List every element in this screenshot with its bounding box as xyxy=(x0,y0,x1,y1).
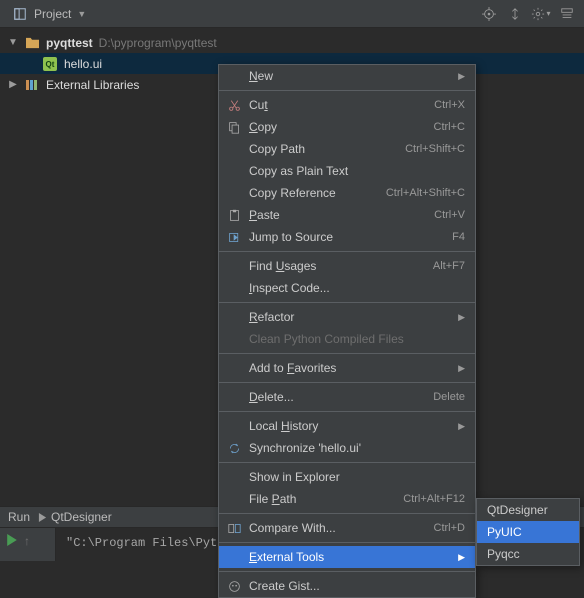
jump-icon xyxy=(225,231,243,244)
tree-root[interactable]: ▼ pyqttest D:\pyprogram\pyqttest xyxy=(0,32,584,53)
separator xyxy=(219,411,475,412)
project-toolbar: Project ▼ ▾ xyxy=(0,0,584,28)
root-name: pyqttest xyxy=(46,36,93,50)
sync-icon xyxy=(225,442,243,455)
submenu-qtdesigner[interactable]: QtDesigner xyxy=(477,499,579,521)
menu-file-path[interactable]: File PathCtrl+Alt+F12 xyxy=(219,488,475,510)
menu-copy[interactable]: CopyCtrl+C xyxy=(219,116,475,138)
menu-jump-source[interactable]: Jump to SourceF4 xyxy=(219,226,475,248)
libs-name: External Libraries xyxy=(46,78,139,92)
separator xyxy=(219,353,475,354)
project-icon xyxy=(12,6,28,22)
separator xyxy=(219,571,475,572)
play-icon xyxy=(38,513,47,522)
chevron-down-icon: ▼ xyxy=(77,9,86,19)
library-icon xyxy=(24,77,40,93)
menu-show-explorer[interactable]: Show in Explorer xyxy=(219,466,475,488)
menu-cut[interactable]: CutCtrl+X xyxy=(219,94,475,116)
collapse-icon[interactable] xyxy=(504,3,526,25)
compare-icon xyxy=(225,522,243,535)
submenu-pyuic[interactable]: PyUIC xyxy=(477,521,579,543)
external-tools-submenu: QtDesigner PyUIC Pyqcc xyxy=(476,498,580,566)
menu-external-tools[interactable]: External Tools▶ xyxy=(219,546,475,568)
folder-icon xyxy=(24,35,40,51)
project-view-label: Project xyxy=(34,7,71,21)
copy-icon xyxy=(225,121,243,134)
menu-synchronize[interactable]: Synchronize 'hello.ui' xyxy=(219,437,475,459)
menu-local-history[interactable]: Local History▶ xyxy=(219,415,475,437)
menu-inspect-code[interactable]: Inspect Code... xyxy=(219,277,475,299)
submenu-pyqcc[interactable]: Pyqcc xyxy=(477,543,579,565)
separator xyxy=(219,542,475,543)
root-path: D:\pyprogram\pyqttest xyxy=(99,36,217,50)
menu-copy-reference[interactable]: Copy ReferenceCtrl+Alt+Shift+C xyxy=(219,182,475,204)
project-view-selector[interactable]: Project ▼ xyxy=(6,4,92,24)
locate-icon[interactable] xyxy=(478,3,500,25)
separator xyxy=(219,513,475,514)
menu-delete[interactable]: Delete...Delete xyxy=(219,386,475,408)
chevron-down-icon: ▼ xyxy=(8,37,18,48)
menu-copy-path[interactable]: Copy PathCtrl+Shift+C xyxy=(219,138,475,160)
separator xyxy=(219,251,475,252)
context-menu: New▶ CutCtrl+X CopyCtrl+C Copy PathCtrl+… xyxy=(218,64,476,598)
separator xyxy=(219,382,475,383)
gear-icon[interactable]: ▾ xyxy=(530,3,552,25)
menu-create-gist[interactable]: Create Gist... xyxy=(219,575,475,597)
menu-new[interactable]: New▶ xyxy=(219,65,475,87)
menu-copy-plain[interactable]: Copy as Plain Text xyxy=(219,160,475,182)
run-config-name: QtDesigner xyxy=(51,510,112,524)
menu-add-favorites[interactable]: Add to Favorites▶ xyxy=(219,357,475,379)
separator xyxy=(219,90,475,91)
file-name: hello.ui xyxy=(64,57,102,71)
menu-find-usages[interactable]: Find UsagesAlt+F7 xyxy=(219,255,475,277)
separator xyxy=(219,302,475,303)
chevron-right-icon: ▶ xyxy=(8,79,18,90)
menu-refactor[interactable]: Refactor▶ xyxy=(219,306,475,328)
menu-paste[interactable]: PasteCtrl+V xyxy=(219,204,475,226)
run-config[interactable]: QtDesigner xyxy=(38,510,112,524)
console-gutter: ↑ xyxy=(0,528,56,561)
paste-icon xyxy=(225,209,243,222)
hide-icon[interactable] xyxy=(556,3,578,25)
github-icon xyxy=(225,580,243,593)
separator xyxy=(219,462,475,463)
arrow-up-icon[interactable]: ↑ xyxy=(24,534,30,548)
scissors-icon xyxy=(225,99,243,112)
menu-clean-compiled: Clean Python Compiled Files xyxy=(219,328,475,350)
qt-ui-icon: Qt xyxy=(42,56,58,72)
menu-compare-with[interactable]: Compare With...Ctrl+D xyxy=(219,517,475,539)
rerun-icon[interactable] xyxy=(6,534,18,549)
run-label: Run xyxy=(8,510,30,524)
